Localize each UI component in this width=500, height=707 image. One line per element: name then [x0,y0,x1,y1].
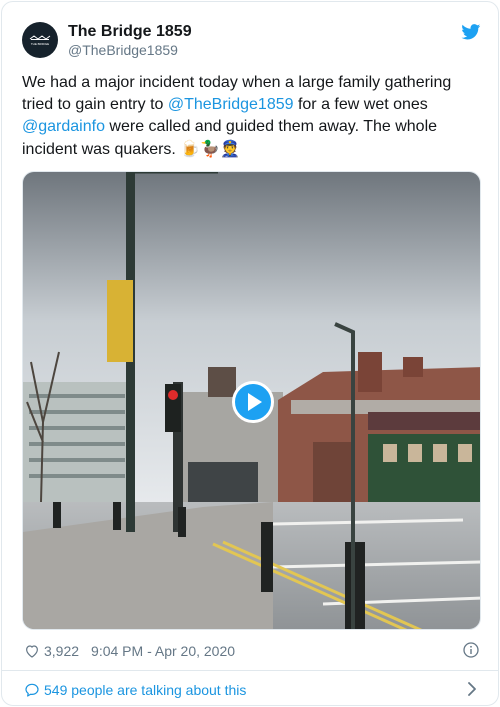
mention-gardainfo-link[interactable]: @gardainfo [22,118,105,135]
play-icon[interactable] [232,381,274,423]
tweet-card[interactable]: THE BRIDGE The Bridge 1859 @TheBridge185… [1,1,499,706]
talking-label: 549 people are talking about this [44,682,247,698]
emoji-beer-duck-police: 🍺🦆👮 [180,139,241,158]
chevron-right-icon[interactable] [466,682,478,696]
timestamp-link[interactable]: 9:04 PM - Apr 20, 2020 [91,643,235,659]
conversation-link[interactable]: 549 people are talking about this [24,679,246,701]
tweet-text: We had a major incident today when a lar… [22,72,482,161]
mention-thebridge1859-link[interactable]: @TheBridge1859 [168,96,294,113]
tweet-text-part-2: for a few wet ones [293,96,428,113]
twitter-bird-icon[interactable] [461,24,481,40]
tweet-meta: 3,922 9:04 PM - Apr 20, 2020 [24,641,235,661]
avatar[interactable]: THE BRIDGE [22,22,58,58]
heart-icon[interactable] [24,643,40,659]
like-count[interactable]: 3,922 [44,643,79,659]
avatar-logo-text: THE BRIDGE [31,42,49,46]
video-player[interactable] [22,171,481,630]
account-handle[interactable]: @TheBridge1859 [68,42,178,58]
bridge-logo-icon: THE BRIDGE [29,35,51,46]
info-icon[interactable] [463,642,479,658]
comment-bubble-icon [25,683,39,697]
divider [2,670,498,671]
display-name[interactable]: The Bridge 1859 [68,23,192,41]
